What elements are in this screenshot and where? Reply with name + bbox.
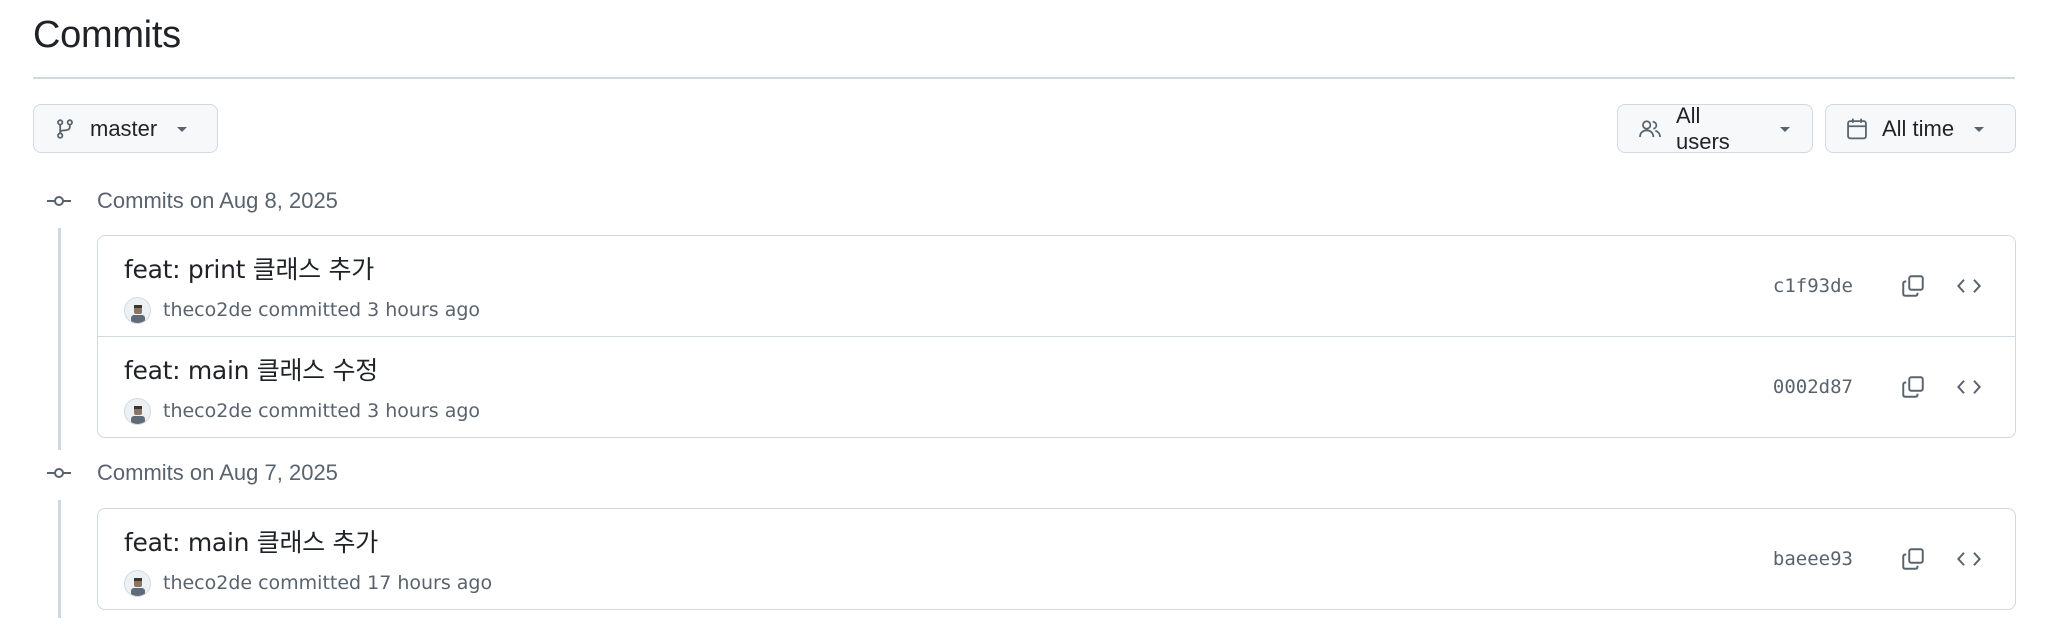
page-title: Commits [33, 14, 181, 56]
time-filter-label: All time [1882, 115, 1955, 141]
avatar[interactable] [124, 397, 151, 425]
commit-sha-link[interactable]: baeee93 [1773, 548, 1853, 570]
chevron-down-icon [1972, 124, 1986, 134]
users-filter-label: All users [1676, 102, 1730, 154]
git-commit-icon [33, 466, 85, 480]
commit-row: feat: main 클래스 추가 theco2de committed 17 … [98, 509, 2015, 609]
people-icon [1638, 118, 1662, 140]
commit-action: committed [258, 400, 362, 422]
commit-actions: baeee93 [1773, 509, 1989, 609]
code-icon[interactable] [1949, 539, 1989, 579]
commit-group-header: Commits on Aug 7, 2025 [33, 455, 338, 491]
commit-title[interactable]: feat: main 클래스 추가 [124, 523, 378, 559]
commit-actions: 0002d87 [1773, 337, 1989, 437]
commit-title[interactable]: feat: main 클래스 수정 [124, 351, 378, 387]
timeline-line [58, 228, 61, 450]
copy-icon[interactable] [1893, 266, 1933, 306]
commit-sha-link[interactable]: c1f93de [1773, 275, 1853, 297]
branch-label: master [90, 115, 158, 141]
commit-meta: theco2de committed 17 hours ago [124, 569, 492, 597]
code-icon[interactable] [1949, 367, 1989, 407]
commit-meta: theco2de committed 3 hours ago [124, 397, 480, 425]
avatar[interactable] [124, 296, 151, 324]
branch-selector-button[interactable]: master [33, 104, 218, 153]
commit-author[interactable]: theco2de [163, 400, 252, 422]
commit-title[interactable]: feat: print 클래스 추가 [124, 250, 374, 286]
commit-meta: theco2de committed 3 hours ago [124, 296, 480, 324]
commit-group-date: Commits on Aug 7, 2025 [97, 460, 338, 485]
commit-time: 3 hours ago [367, 299, 481, 321]
avatar[interactable] [124, 569, 151, 597]
git-branch-icon [54, 118, 76, 140]
commit-row: feat: main 클래스 수정 theco2de committed 3 h… [98, 336, 2015, 436]
commit-action: committed [258, 299, 362, 321]
commit-time: 17 hours ago [367, 572, 493, 594]
chevron-down-icon [1778, 124, 1792, 134]
git-commit-icon [33, 194, 85, 208]
calendar-icon [1846, 117, 1868, 141]
commit-list: feat: print 클래스 추가 theco2de committed 3 … [97, 235, 2016, 438]
time-filter-button[interactable]: All time [1825, 104, 2016, 153]
commit-list: feat: main 클래스 추가 theco2de committed 17 … [97, 508, 2016, 610]
commit-author[interactable]: theco2de [163, 299, 252, 321]
commit-row: feat: print 클래스 추가 theco2de committed 3 … [98, 236, 2015, 336]
code-icon[interactable] [1949, 266, 1989, 306]
users-filter-button[interactable]: All users [1617, 102, 1813, 154]
commit-sha-link[interactable]: 0002d87 [1773, 376, 1853, 398]
timeline-line [58, 500, 61, 618]
commit-group-header: Commits on Aug 8, 2025 [33, 183, 338, 219]
copy-icon[interactable] [1893, 367, 1933, 407]
chevron-down-icon [175, 124, 189, 134]
commit-group-date: Commits on Aug 8, 2025 [97, 188, 338, 213]
commit-actions: c1f93de [1773, 236, 1989, 336]
copy-icon[interactable] [1893, 539, 1933, 579]
commit-author[interactable]: theco2de [163, 572, 252, 594]
title-divider [33, 77, 2015, 79]
commit-time: 3 hours ago [367, 400, 481, 422]
commit-action: committed [258, 572, 362, 594]
